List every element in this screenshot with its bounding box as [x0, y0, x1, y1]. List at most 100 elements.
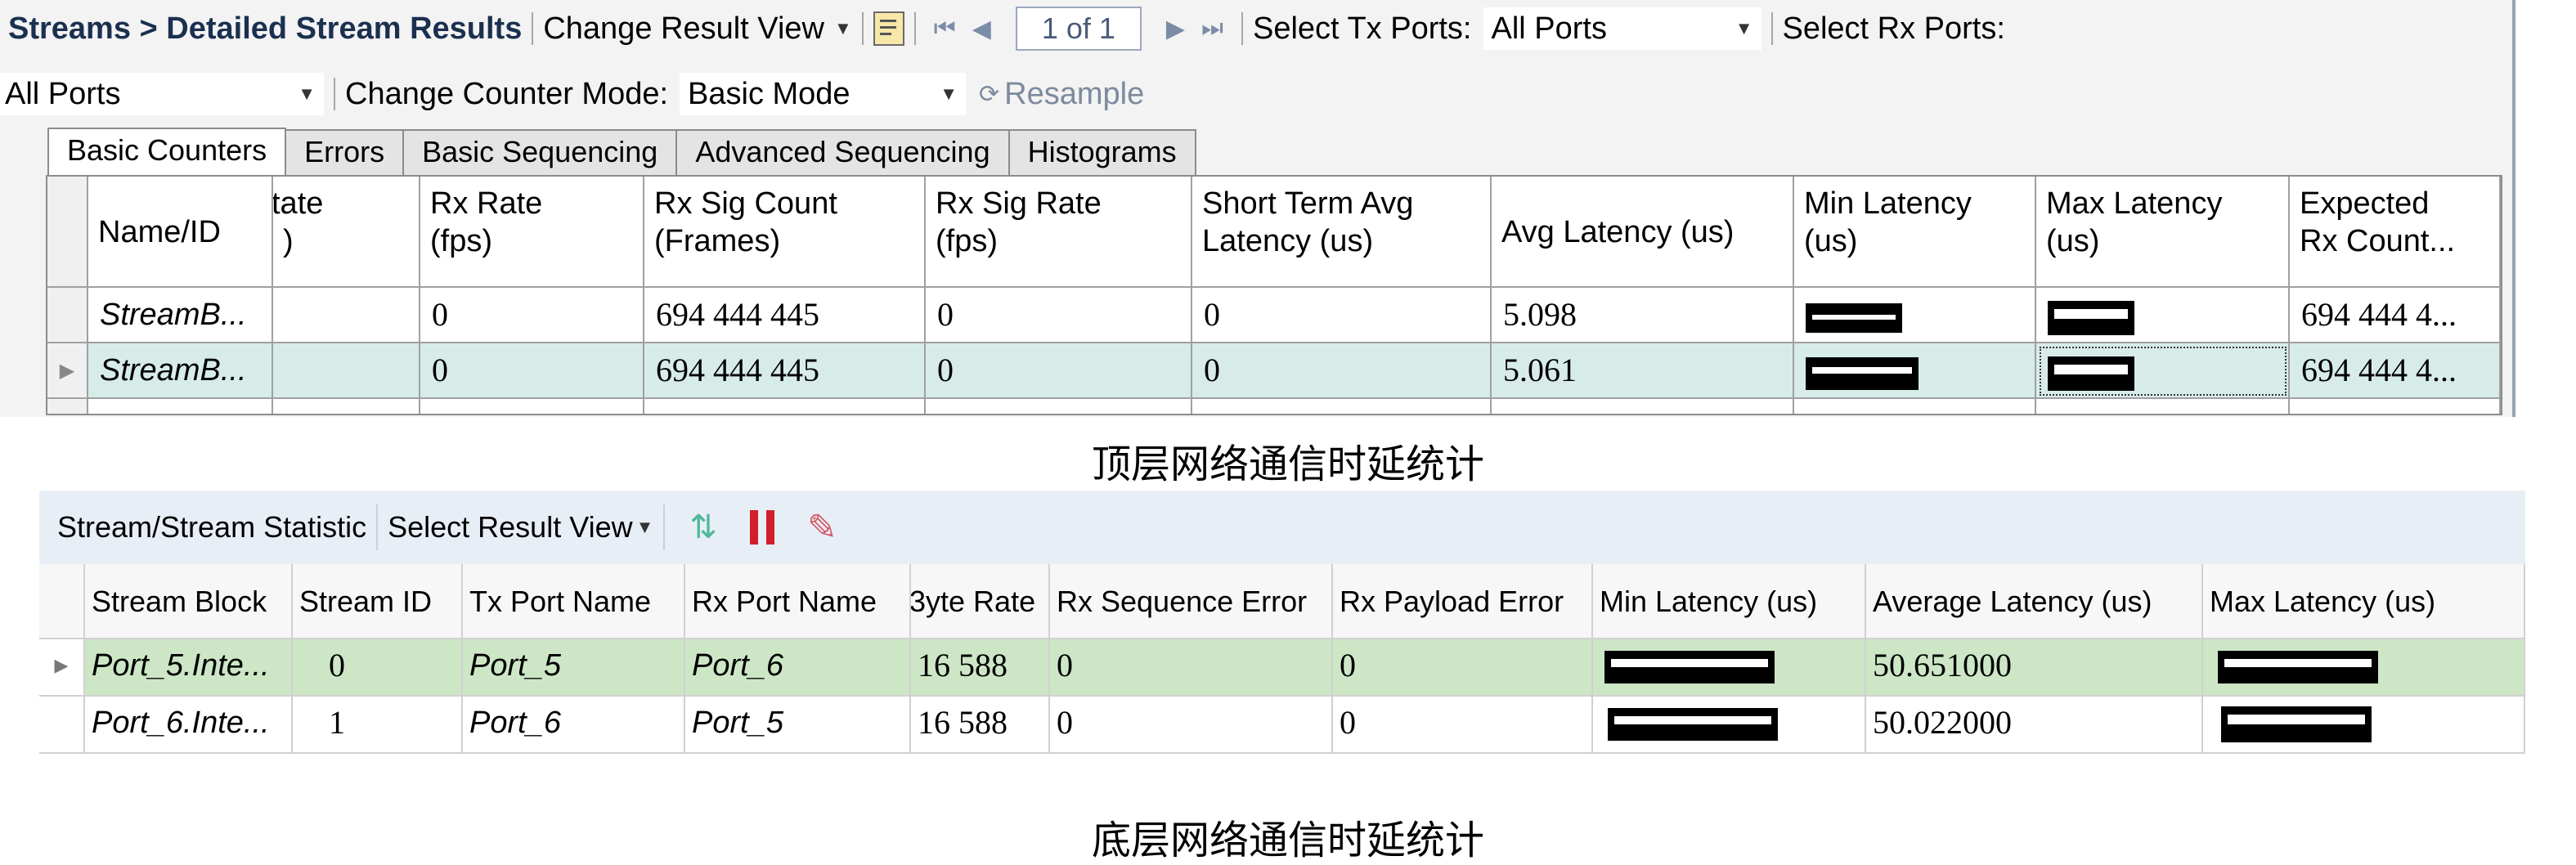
cell-avg-latency: 5.061	[1492, 343, 1794, 399]
resample-icon: ⟳	[979, 80, 1000, 108]
tab-errors[interactable]: Errors	[285, 129, 405, 175]
dropdown-arrow-icon: ▼	[1735, 18, 1753, 38]
column-header-avg-latency[interactable]: Avg Latency (us)	[1492, 177, 1794, 288]
cell-rx-rate: 0	[420, 288, 644, 343]
cell-byte-rate: 16 588	[911, 697, 1050, 754]
resample-label: Resample	[1004, 76, 1145, 111]
cell-empty	[644, 399, 926, 414]
redaction-bar	[2048, 300, 2134, 335]
cell-rx-sig-count: 694 444 445	[644, 288, 926, 343]
clear-icon[interactable]: ✎	[807, 507, 837, 549]
panel-title: Stream/Stream Statistic	[57, 510, 367, 544]
column-header-tx-port-name[interactable]: Tx Port Name	[463, 564, 685, 639]
column-header-rx-sig-rate[interactable]: Rx Sig Rate (fps)	[926, 177, 1192, 288]
change-result-view-label: Change Result View	[543, 11, 824, 46]
cell-empty	[1492, 399, 1794, 414]
column-header-stream-block[interactable]: Stream Block	[85, 564, 293, 639]
cell-min-latency-redacted	[1593, 697, 1866, 754]
cell-stream-id: 1	[293, 697, 463, 754]
row-indicator-icon: ▶	[59, 360, 75, 382]
row-indicator-header	[47, 177, 88, 288]
cell-empty	[1794, 399, 2036, 414]
select-result-view-label: Select Result View	[388, 510, 633, 544]
column-header-stream-id[interactable]: Stream ID	[293, 564, 463, 639]
refresh-icon[interactable]: ⇅	[689, 509, 717, 546]
column-header-rx-rate[interactable]: Rx Rate (fps)	[420, 177, 644, 288]
select-rx-ports-dropdown[interactable]: All Ports ▼	[0, 73, 324, 115]
basic-counters-grid: Name/ID tate ) Rx Rate (fps) Rx Sig Coun…	[46, 175, 2502, 415]
column-header-max-latency[interactable]: Max Latency (us)	[2036, 177, 2290, 288]
row-indicator-icon: ▶	[54, 655, 69, 675]
top-figure-caption: 顶层网络通信时延统计	[1091, 441, 1484, 487]
redaction-bar	[2218, 650, 2378, 683]
cell-short-term-avg-latency: 0	[1192, 288, 1492, 343]
stream-statistic-panel: Stream/Stream Statistic Select Result Vi…	[39, 491, 2525, 769]
dropdown-arrow-icon: ▼	[298, 83, 316, 104]
next-page-icon[interactable]: ▶	[1166, 15, 1185, 43]
cell-rx-sig-count: 694 444 445	[644, 343, 926, 399]
select-result-view-button[interactable]: Select Result View ▼	[388, 510, 653, 545]
column-header-rx-sig-count[interactable]: Rx Sig Count (Frames)	[644, 177, 926, 288]
bottom-figure-caption: 底层网络通信时延统计	[1091, 818, 1484, 863]
redaction-bar	[1806, 356, 1919, 390]
column-header-min-latency[interactable]: Min Latency (us)	[1794, 177, 2036, 288]
cell-min-latency-redacted	[1794, 288, 2036, 343]
cell-name: StreamB...	[88, 343, 273, 399]
cell-rx-sequence-error: 0	[1050, 639, 1333, 697]
prev-page-icon[interactable]: ◀	[972, 15, 991, 43]
select-tx-ports-label: Select Tx Ports:	[1252, 11, 1472, 46]
toolbar-separator	[334, 78, 335, 110]
toolbar-row-1: Streams > Detailed Stream Results Change…	[8, 3, 2005, 54]
toolbar-separator	[913, 12, 916, 45]
cell-min-latency-redacted	[1593, 639, 1866, 697]
row-indicator-header	[39, 564, 85, 639]
dropdown-arrow-icon: ▼	[833, 18, 852, 38]
select-rx-ports-label: Select Rx Ports:	[1782, 11, 2005, 46]
first-page-icon[interactable]: ⏮	[934, 15, 956, 43]
dropdown-arrow-icon: ▼	[940, 83, 958, 104]
tab-advanced-sequencing[interactable]: Advanced Sequencing	[675, 129, 1010, 175]
cell-tx-port-name: Port_5	[463, 639, 685, 697]
column-header-rx-payload-error[interactable]: Rx Payload Error	[1333, 564, 1593, 639]
tab-histograms[interactable]: Histograms	[1008, 129, 1196, 175]
column-header-name-id[interactable]: Name/ID	[88, 177, 273, 288]
counter-mode-value: Basic Mode	[688, 76, 850, 111]
cell-empty	[1192, 399, 1492, 414]
column-header-expected-rx-count[interactable]: Expected Rx Count...	[2290, 177, 2501, 288]
row-indicator	[39, 697, 85, 754]
redaction-bar	[2221, 706, 2372, 742]
cell-min-latency-redacted	[1794, 343, 2036, 399]
export-icon[interactable]	[873, 11, 904, 46]
pause-icon[interactable]	[749, 510, 774, 545]
cell-empty	[88, 399, 273, 414]
cell-short-term-avg-latency: 0	[1192, 343, 1492, 399]
last-page-icon[interactable]: ⏭	[1201, 15, 1223, 43]
column-header-rx-port-name[interactable]: Rx Port Name	[685, 564, 911, 639]
cell-rx-rate: 0	[420, 343, 644, 399]
tab-basic-sequencing[interactable]: Basic Sequencing	[402, 129, 678, 175]
select-tx-ports-dropdown[interactable]: All Ports ▼	[1483, 7, 1761, 50]
resample-button[interactable]: ⟳ Resample	[979, 77, 1144, 112]
tab-basic-counters[interactable]: Basic Counters	[47, 128, 287, 177]
toolbar-separator	[663, 504, 666, 550]
select-tx-ports-value: All Ports	[1491, 11, 1607, 46]
change-counter-mode-label: Change Counter Mode:	[345, 76, 669, 111]
column-header-max-latency[interactable]: Max Latency (us)	[2203, 564, 2525, 639]
column-header-short-term-avg-latency[interactable]: Short Term Avg Latency (us)	[1192, 177, 1492, 288]
counter-mode-dropdown[interactable]: Basic Mode ▼	[680, 73, 967, 115]
page-indicator[interactable]: 1 of 1	[1015, 7, 1142, 51]
cell-tx-port-name: Port_6	[463, 697, 685, 754]
cell-rx-port-name: Port_6	[685, 639, 911, 697]
column-header-rx-sequence-error[interactable]: Rx Sequence Error	[1050, 564, 1333, 639]
change-result-view-button[interactable]: Change Result View ▼	[543, 11, 851, 47]
column-header-byte-rate[interactable]: 3yte Rate	[911, 564, 1050, 639]
column-header-average-latency[interactable]: Average Latency (us)	[1866, 564, 2203, 639]
toolbar-separator	[1770, 12, 1773, 45]
cell-name: StreamB...	[88, 288, 273, 343]
cell-rate	[273, 288, 420, 343]
breadcrumb: Streams > Detailed Stream Results	[8, 11, 523, 46]
column-header-min-latency[interactable]: Min Latency (us)	[1593, 564, 1866, 639]
cell-rx-port-name: Port_5	[685, 697, 911, 754]
column-header-rate[interactable]: tate )	[273, 177, 420, 288]
cell-rx-payload-error: 0	[1333, 639, 1593, 697]
